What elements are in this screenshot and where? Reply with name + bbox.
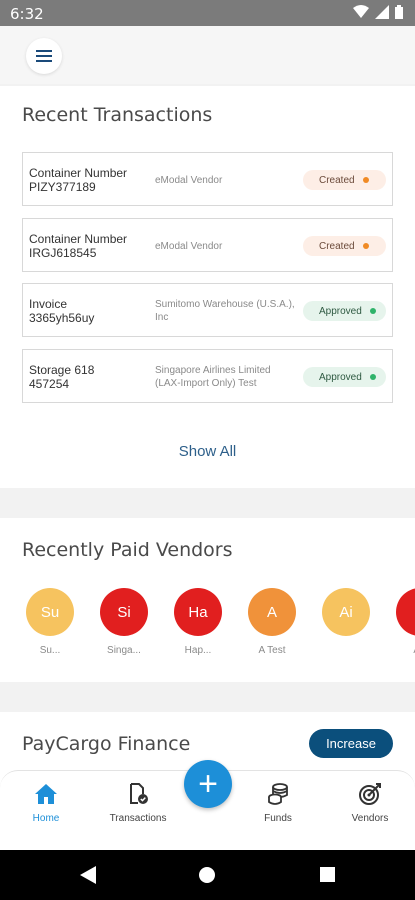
nav-transactions-label: Transactions [109,813,167,824]
transaction-vendor: Sumitomo Warehouse (U.S.A.), Inc [155,299,295,323]
vendor-item[interactable]: Si Singa... [94,588,154,656]
recent-transactions-title: Recent Transactions [22,104,213,126]
vendor-initials: A [266,603,277,621]
funds-icon [268,783,288,805]
recents-icon[interactable] [320,867,335,882]
wifi-icon [353,5,369,18]
transaction-label: Storage 618 [29,363,95,377]
status-badge: Created [303,170,386,190]
status-badge: Approved [303,301,386,321]
back-icon[interactable] [80,866,96,884]
status-text: Approved [319,371,362,383]
vendor-initials: Si [117,603,131,621]
vendor-initials: Ha [188,603,208,621]
vendor-avatar: Ha [174,588,222,636]
transaction-label: Container Number [29,166,128,180]
vendor-name: Singa... [107,645,141,656]
transaction-row[interactable]: Storage 618 457254 Singapore Airlines Li… [22,349,393,403]
status-badge: Created [303,236,386,256]
home-icon [35,784,57,804]
hamburger-menu-icon [36,50,52,62]
vendor-item[interactable]: Ai [316,588,376,645]
status-dot-icon [369,308,376,314]
home-circle-icon[interactable] [199,867,215,883]
status-text: Approved [319,305,362,317]
increase-button[interactable]: Increase [309,729,393,758]
vendor-initials: Su [40,603,60,621]
vendor-item[interactable]: A Alli [390,588,415,656]
vendor-avatar: A [396,588,415,636]
status-dot-icon [369,374,376,380]
show-all-link[interactable]: Show All [0,443,415,460]
vendor-name: Alli [390,645,415,656]
status-time: 6:32 [10,5,44,23]
paycargo-finance-title: PayCargo Finance [22,733,191,755]
transaction-number: IRGJ618545 [29,246,97,260]
transaction-number: 3365yh56uy [29,311,95,325]
transactions-icon [130,783,148,804]
status-dot-icon [362,243,369,249]
nav-transactions[interactable]: Transactions [100,781,176,824]
status-badge: Approved [303,367,386,387]
vendor-avatar: Su [26,588,74,636]
status-text: Created [319,174,355,186]
vendor-avatar: A [248,588,296,636]
transaction-number: 457254 [29,377,70,391]
recent-transactions-card: Recent Transactions Container Number PIZ… [0,86,415,488]
signal-icon [375,5,389,19]
nav-home-label: Home [32,813,60,824]
nav-funds[interactable]: Funds [240,781,316,824]
transaction-vendor: Singapore Airlines Limited (LAX-Import O… [155,365,271,389]
app-header [0,26,415,84]
transaction-vendor: eModal Vendor [155,241,223,252]
battery-icon [395,5,403,19]
nav-vendors[interactable]: Vendors [332,781,408,824]
add-fab-button[interactable]: + [184,760,232,808]
vendor-name: A Test [258,645,286,656]
vendor-avatar: Ai [322,588,370,636]
vendor-initials: Ai [339,603,353,621]
transaction-label: Container Number [29,232,128,246]
vendor-name: Hap... [184,645,212,656]
transaction-row[interactable]: Container Number IRGJ618545 eModal Vendo… [22,218,393,272]
nav-home[interactable]: Home [8,781,84,824]
system-nav-bar [0,850,415,900]
vendor-item[interactable]: Ha Hap... [168,588,228,656]
menu-button[interactable] [26,38,62,74]
recently-paid-vendors-title: Recently Paid Vendors [22,539,233,561]
status-text: Created [319,240,355,252]
vendor-item[interactable]: Su Su... [20,588,80,656]
vendor-avatar: Si [100,588,148,636]
vendors-icon [359,783,381,805]
vendor-item[interactable]: A A Test [242,588,302,656]
plus-icon: + [198,765,218,803]
nav-vendors-label: Vendors [351,813,389,824]
transaction-row[interactable]: Container Number PIZY377189 eModal Vendo… [22,152,393,206]
status-bar: 6:32 [0,0,415,26]
recently-paid-vendors-card: Recently Paid Vendors Su Su... Si Singa.… [0,518,415,682]
transaction-label: Invoice [29,297,68,311]
status-icons [353,5,403,19]
transaction-number: PIZY377189 [29,180,96,194]
vendor-name: Su... [39,645,61,656]
transaction-row[interactable]: Invoice 3365yh56uy Sumitomo Warehouse (U… [22,283,393,337]
nav-funds-label: Funds [264,813,292,824]
transaction-vendor: eModal Vendor [155,175,223,186]
status-dot-icon [362,177,369,183]
